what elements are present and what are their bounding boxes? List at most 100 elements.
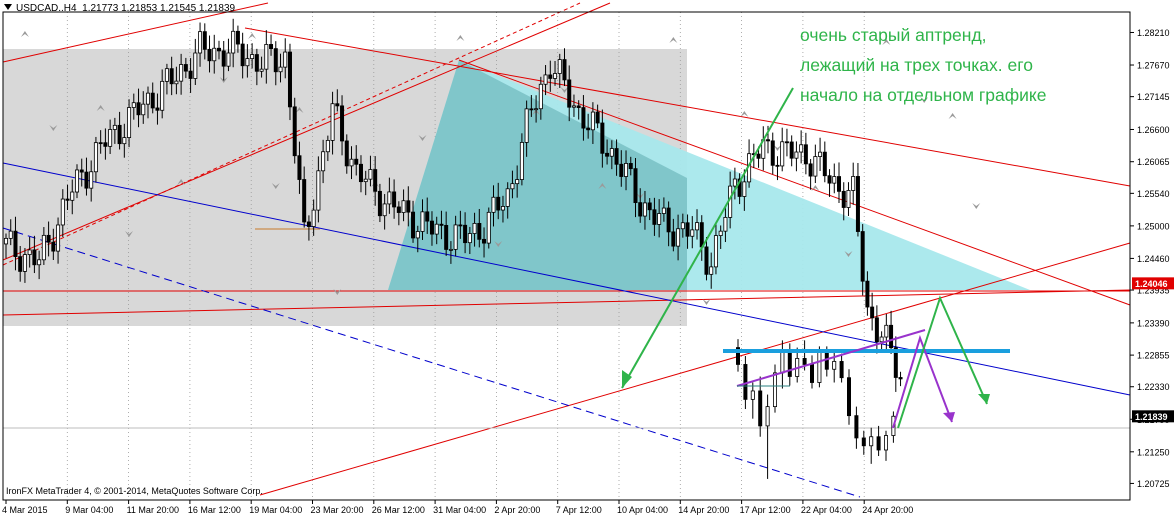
bull-candle: [553, 73, 558, 79]
time-tick-label: 16 Mar 12:00: [188, 505, 241, 515]
bear-candle: [84, 171, 89, 189]
bull-candle: [325, 140, 330, 153]
bear-candle: [358, 163, 363, 183]
bear-candle: [699, 222, 704, 248]
bull-candle: [491, 196, 496, 213]
bull-candle: [510, 183, 515, 190]
dropdown-arrow-icon[interactable]: [4, 4, 12, 10]
bear-candle: [548, 74, 553, 79]
bear-candle: [898, 377, 903, 380]
bear-candle: [216, 47, 221, 52]
bear-candle: [292, 106, 297, 157]
bull-candle: [453, 224, 458, 250]
time-tick-label: 26 Mar 12:00: [372, 505, 425, 515]
bear-candle: [13, 230, 18, 258]
bear-candle: [808, 163, 813, 177]
bull-candle: [160, 80, 165, 111]
bear-candle: [803, 144, 808, 165]
bull-candle: [773, 372, 778, 408]
bull-candle: [226, 52, 231, 67]
bull-candle: [713, 235, 718, 268]
bull-candle: [846, 190, 851, 208]
bear-candle: [183, 64, 188, 72]
bear-candle: [444, 224, 449, 250]
bull-candle: [657, 213, 662, 225]
price-tick-label: 1.25000: [1137, 221, 1170, 231]
bear-candle: [638, 202, 643, 217]
bull-candle: [448, 248, 453, 251]
bear-candle: [496, 196, 501, 211]
bear-candle: [340, 105, 345, 142]
bull-candle: [661, 207, 666, 214]
bear-candle: [586, 127, 591, 131]
bull-candle: [765, 406, 770, 427]
price-tick-label: 1.28210: [1137, 28, 1170, 38]
bear-candle: [269, 44, 274, 50]
bear-candle: [784, 141, 789, 144]
price-tick-label: 1.20725: [1137, 479, 1170, 489]
bear-candle: [770, 140, 775, 166]
bear-candle: [169, 68, 174, 85]
bear-candle: [847, 377, 852, 417]
copyright-text: IronFX MetaTrader 4, © 2001-2014, MetaQu…: [6, 486, 263, 496]
bear-candle: [65, 198, 70, 201]
bear-candle: [633, 168, 638, 204]
annotation-text: очень старый аптренд, лежащий на трех то…: [800, 20, 1047, 110]
bull-candle: [884, 435, 889, 451]
bull-candle: [590, 111, 595, 131]
bear-candle: [335, 103, 340, 107]
bull-candle: [321, 151, 326, 172]
annotation-line: очень старый аптренд,: [800, 25, 987, 45]
bear-candle: [837, 176, 842, 192]
bull-candle: [723, 217, 728, 232]
bull-candle: [8, 230, 13, 239]
bear-candle: [396, 206, 401, 213]
bear-candle: [411, 211, 416, 239]
bear-candle: [685, 222, 690, 237]
bull-candle: [538, 83, 543, 110]
bear-candle: [297, 155, 302, 180]
bull-candle: [198, 31, 203, 54]
bull-candle: [818, 151, 823, 157]
bear-candle: [240, 43, 245, 67]
bull-candle: [316, 170, 321, 211]
bull-candle: [813, 156, 818, 177]
bear-candle: [117, 124, 122, 145]
price-tick-label: 1.26600: [1137, 125, 1170, 135]
bear-candle: [439, 223, 444, 226]
bear-candle: [429, 220, 434, 235]
bull-candle: [505, 188, 510, 207]
bear-candle: [46, 234, 51, 243]
bear-candle: [652, 209, 657, 225]
bull-candle: [141, 103, 146, 116]
bull-candle: [349, 158, 354, 167]
time-tick-label: 11 Mar 20:00: [127, 505, 179, 515]
bull-candle: [832, 176, 837, 184]
bull-candle: [486, 211, 491, 244]
bear-candle: [425, 211, 430, 222]
bull-candle: [624, 163, 629, 177]
bull-candle: [519, 142, 524, 180]
bear-candle: [775, 164, 780, 167]
price-label-text: 1.24046: [1135, 279, 1168, 289]
bull-candle: [382, 203, 387, 217]
time-tick-label: 17 Apr 12:00: [740, 505, 791, 515]
arrowhead-icon: [943, 412, 955, 422]
bear-candle: [377, 190, 382, 217]
bull-candle: [250, 54, 255, 59]
bull-candle: [420, 211, 425, 232]
bear-candle: [273, 48, 278, 73]
bull-candle: [869, 436, 874, 447]
bear-candle: [756, 153, 761, 159]
bear-candle: [889, 324, 894, 349]
bear-candle: [605, 152, 610, 157]
bull-candle: [415, 231, 420, 239]
bull-candle: [750, 390, 755, 400]
bull-candle: [609, 148, 614, 157]
bull-candle: [732, 178, 737, 187]
bear-candle: [458, 224, 463, 227]
bull-candle: [311, 209, 316, 227]
bear-candle: [477, 222, 482, 240]
bull-candle: [41, 234, 46, 261]
price-tick-label: 1.22330: [1137, 382, 1170, 392]
